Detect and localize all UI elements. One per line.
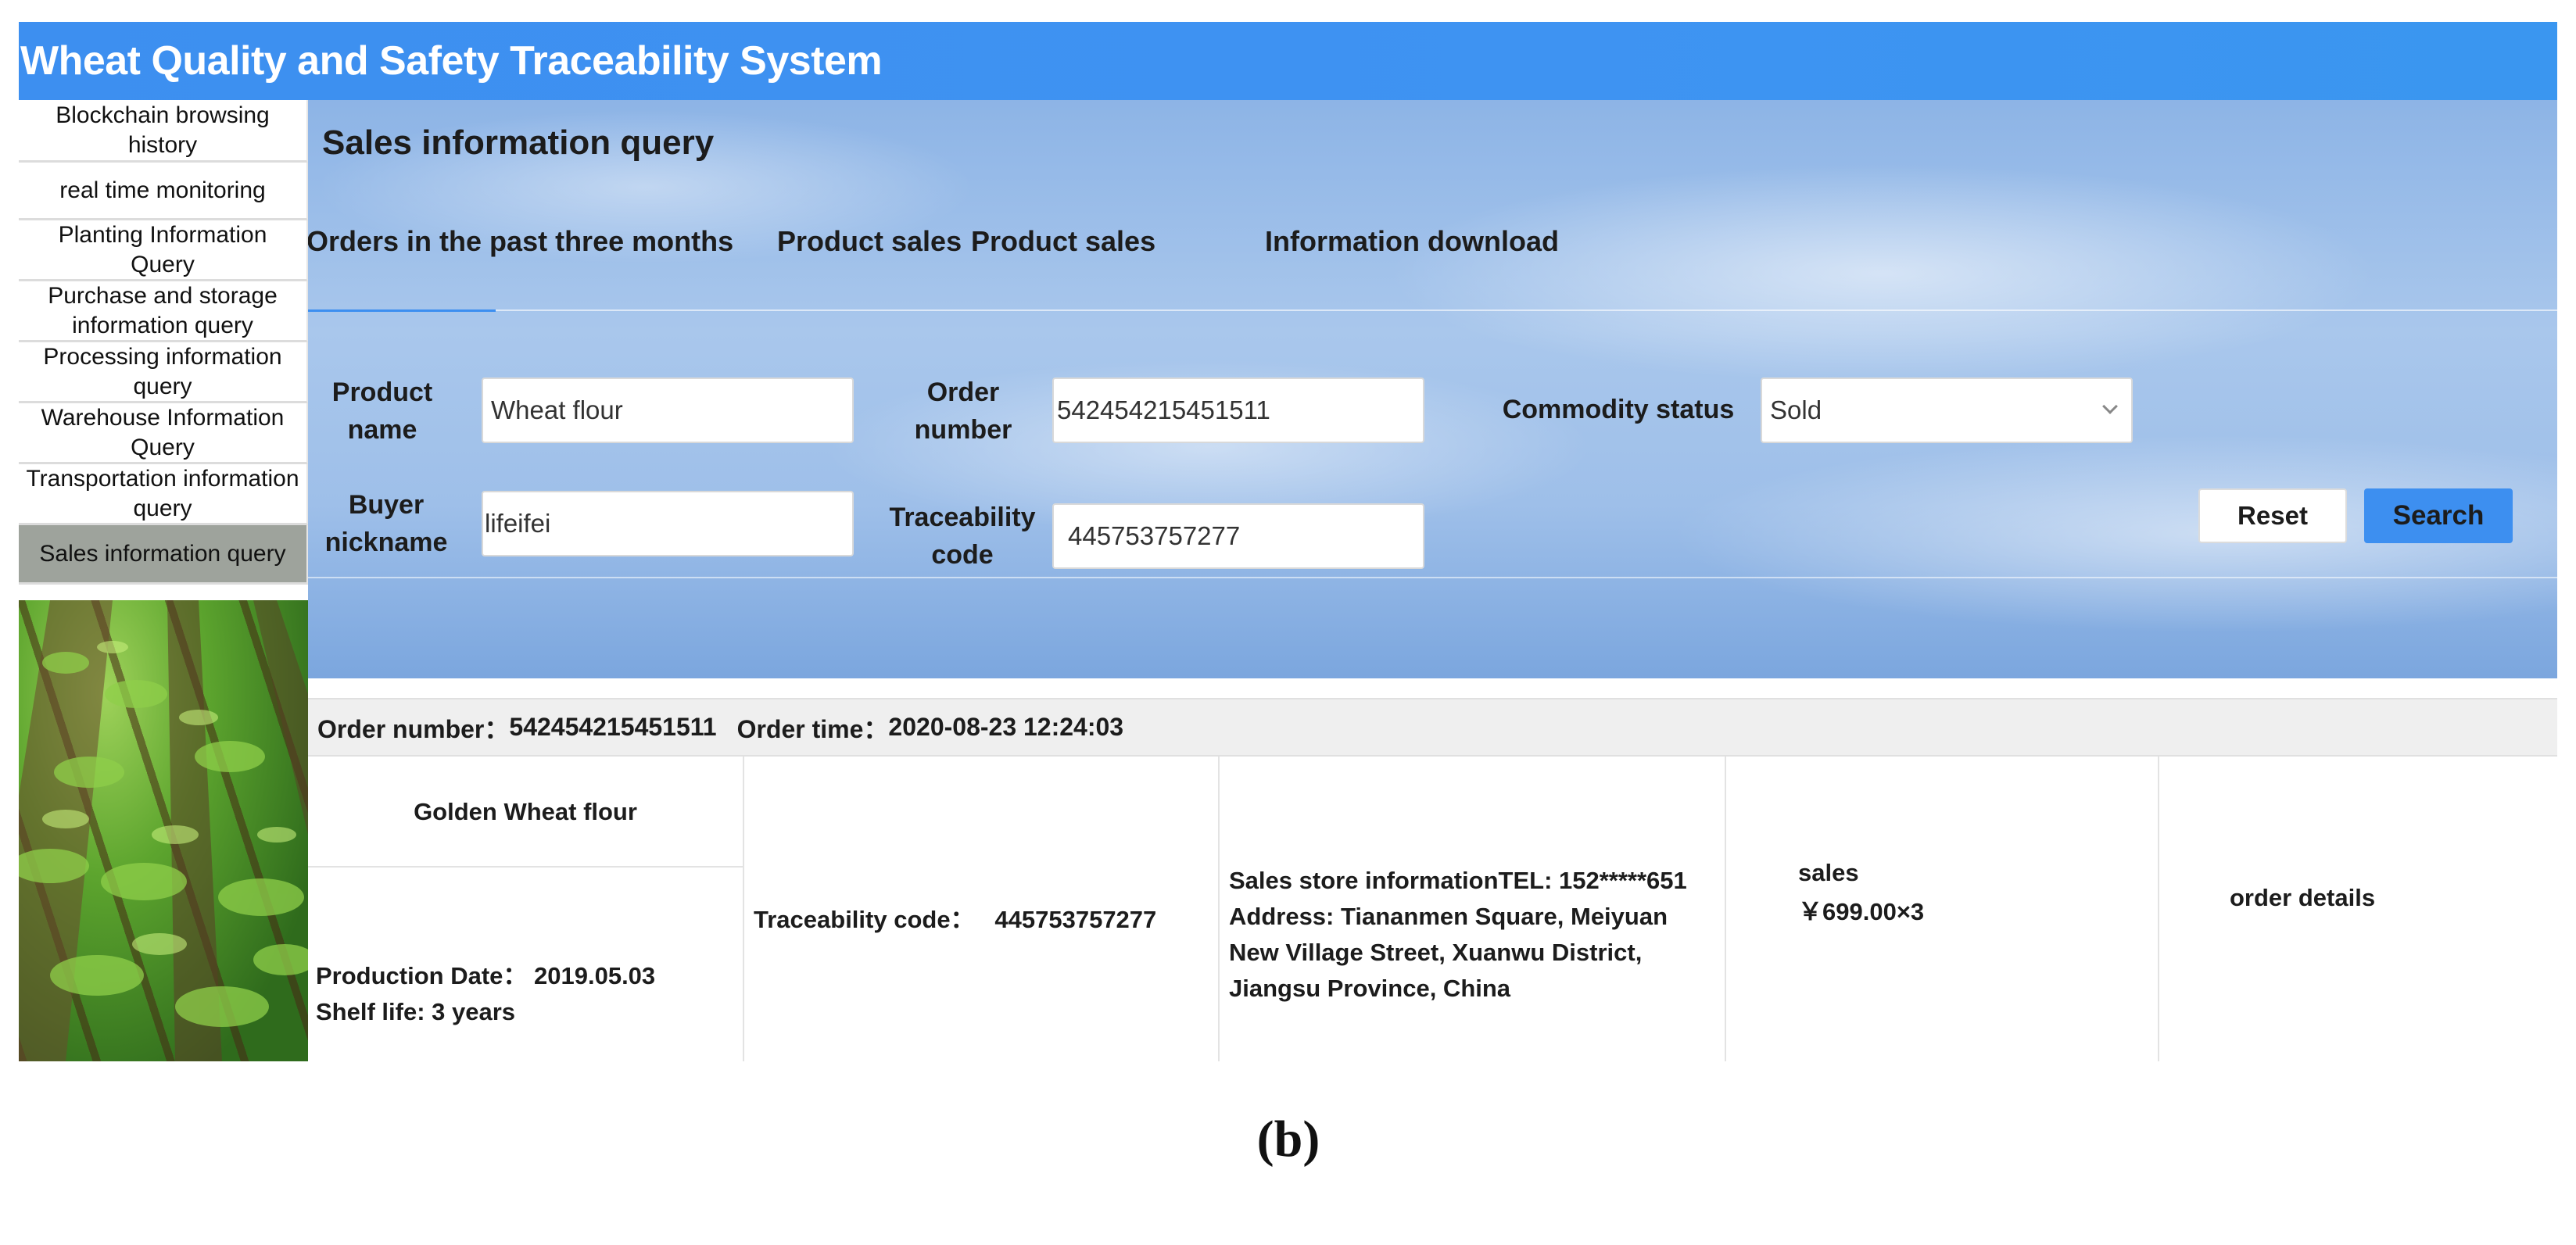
sidebar-item-label: real time monitoring bbox=[59, 177, 266, 203]
order-details-link[interactable]: order details bbox=[2230, 880, 2375, 915]
order-number-caption: Order number： bbox=[317, 714, 510, 743]
tab-product-sales[interactable]: Product sales bbox=[777, 225, 962, 258]
store-info-line-2: Address: Tiananmen Square, Meiyuan bbox=[1229, 903, 1668, 930]
order-number-input[interactable]: 542454215451511 bbox=[1052, 377, 1424, 443]
sidebar-item-purchase-storage[interactable]: Purchase and storage information query bbox=[19, 281, 308, 342]
store-info-line-3: New Village Street, Xuanwu District, bbox=[1229, 939, 1643, 966]
tab-bar: Orders in the past three months Product … bbox=[308, 209, 2557, 312]
chevron-down-icon bbox=[2102, 399, 2118, 414]
sidebar-item-label: Transportation information query bbox=[26, 465, 299, 521]
commodity-status-value: Sold bbox=[1770, 395, 1822, 424]
store-info-line-1: Sales store informationTEL: 152*****651 bbox=[1229, 867, 1687, 894]
store-info-line-4: Jiangsu Province, China bbox=[1229, 975, 1511, 1002]
order-details-cell: order details bbox=[2159, 757, 2557, 1061]
buyer-nickname-input[interactable]: lifeifei bbox=[482, 491, 854, 556]
sidebar-item-blockchain-history[interactable]: Blockchain browsing history bbox=[19, 100, 308, 163]
figure-caption: (b) bbox=[1256, 1111, 1320, 1168]
traceability-code-text: Traceability code： 445753757277 bbox=[754, 906, 1157, 933]
sales-cell: sales ￥699.00×3 bbox=[1726, 757, 2159, 1061]
buyer-nickname-label: Buyer nickname bbox=[324, 490, 448, 557]
production-date-text: Production Date： 2019.05.03 bbox=[316, 962, 656, 989]
product-name-cell: Golden Wheat flour bbox=[308, 757, 743, 868]
sales-label: sales bbox=[1798, 859, 1859, 886]
sidebar-item-warehouse-info[interactable]: Warehouse Information Query bbox=[19, 403, 308, 464]
page-title: Sales information query bbox=[322, 123, 715, 162]
search-button[interactable]: Search bbox=[2364, 488, 2513, 543]
sales-value: ￥699.00×3 bbox=[1798, 898, 1925, 925]
order-detail-row: Golden Wheat flour Production Date： 2019… bbox=[308, 757, 2557, 1061]
sidebar-item-sales-info[interactable]: Sales information query bbox=[19, 525, 308, 585]
product-name-label: Product name bbox=[331, 377, 433, 445]
sidebar-item-label: Planting Information Query bbox=[58, 221, 267, 277]
sidebar-item-transportation-info[interactable]: Transportation information query bbox=[19, 464, 308, 525]
sidebar-item-label: Purchase and storage information query bbox=[48, 282, 278, 338]
sidebar-item-processing-info[interactable]: Processing information query bbox=[19, 342, 308, 403]
traceability-code-label: Traceability code bbox=[889, 503, 1036, 570]
traceability-code-input[interactable]: 445753757277 bbox=[1052, 503, 1424, 569]
tab-divider bbox=[308, 309, 2557, 311]
commodity-status-label: Commodity status bbox=[1502, 395, 1735, 424]
order-header-row: Order number： 542454215451511 Order time… bbox=[308, 698, 2557, 757]
product-name-input[interactable]: Wheat flour bbox=[482, 377, 854, 443]
order-number-label: Order number bbox=[914, 377, 1012, 445]
sidebar-item-label: Blockchain browsing history bbox=[56, 102, 270, 158]
app-title: Wheat Quality and Safety Traceability Sy… bbox=[19, 22, 2557, 100]
sidebar-item-label: Processing information query bbox=[43, 343, 282, 399]
order-number-value: 542454215451511 bbox=[509, 713, 717, 741]
sidebar-item-planting-info[interactable]: Planting Information Query bbox=[19, 220, 308, 281]
sidebar-item-label: Warehouse Information Query bbox=[41, 404, 285, 460]
traceability-cell: Traceability code： 445753757277 bbox=[744, 757, 1220, 1061]
shelf-life-text: Shelf life: 3 years bbox=[316, 998, 516, 1025]
active-tab-indicator bbox=[308, 309, 496, 312]
app-window: Wheat Quality and Safety Traceability Sy… bbox=[19, 22, 2557, 1061]
field-image bbox=[19, 600, 308, 1061]
tab-product-sales-2[interactable]: Product sales bbox=[971, 225, 1155, 258]
commodity-status-select[interactable]: Sold bbox=[1761, 377, 2133, 443]
sidebar-item-real-time-monitoring[interactable]: real time monitoring bbox=[19, 163, 308, 220]
sidebar-item-label: Sales information query bbox=[39, 540, 286, 567]
order-time-value: 2020-08-23 12:24:03 bbox=[888, 713, 1124, 741]
store-info-cell: Sales store informationTEL: 152*****651 … bbox=[1220, 757, 1726, 1061]
form-divider bbox=[308, 577, 2557, 578]
main-panel: Sales information query Orders in the pa… bbox=[308, 100, 2557, 1061]
product-cell: Golden Wheat flour Production Date： 2019… bbox=[308, 757, 744, 1061]
tab-orders-past-three-months[interactable]: Orders in the past three months bbox=[308, 225, 733, 258]
tab-information-download[interactable]: Information download bbox=[1265, 225, 1559, 258]
reset-button[interactable]: Reset bbox=[2198, 488, 2347, 543]
order-time-caption: Order time： bbox=[736, 714, 889, 743]
product-name-text: Golden Wheat flour bbox=[414, 798, 637, 825]
sidebar: Blockchain browsing history real time mo… bbox=[19, 100, 308, 1061]
